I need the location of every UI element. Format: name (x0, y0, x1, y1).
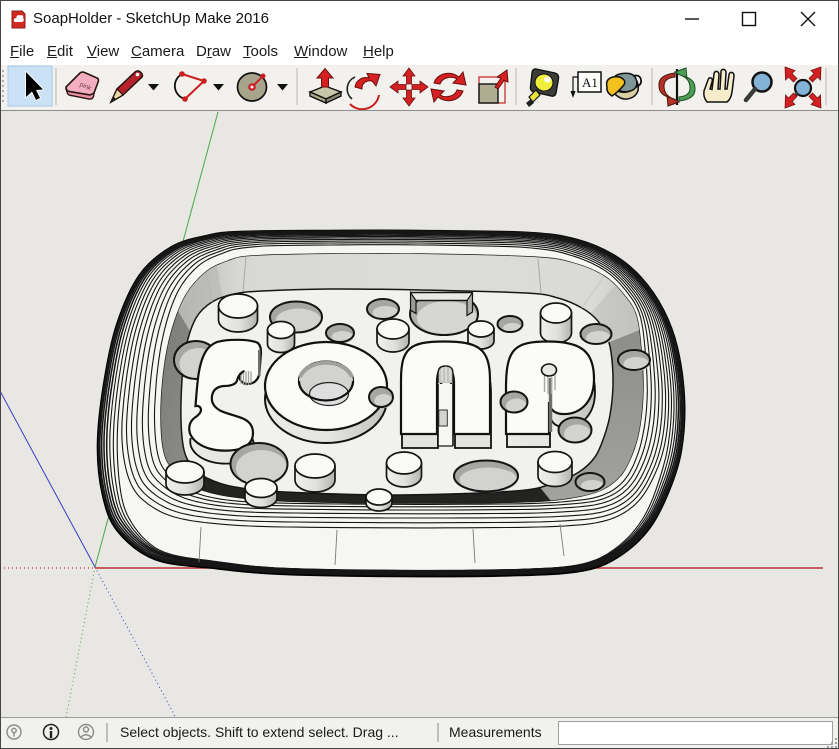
svg-text:A1: A1 (582, 75, 598, 90)
